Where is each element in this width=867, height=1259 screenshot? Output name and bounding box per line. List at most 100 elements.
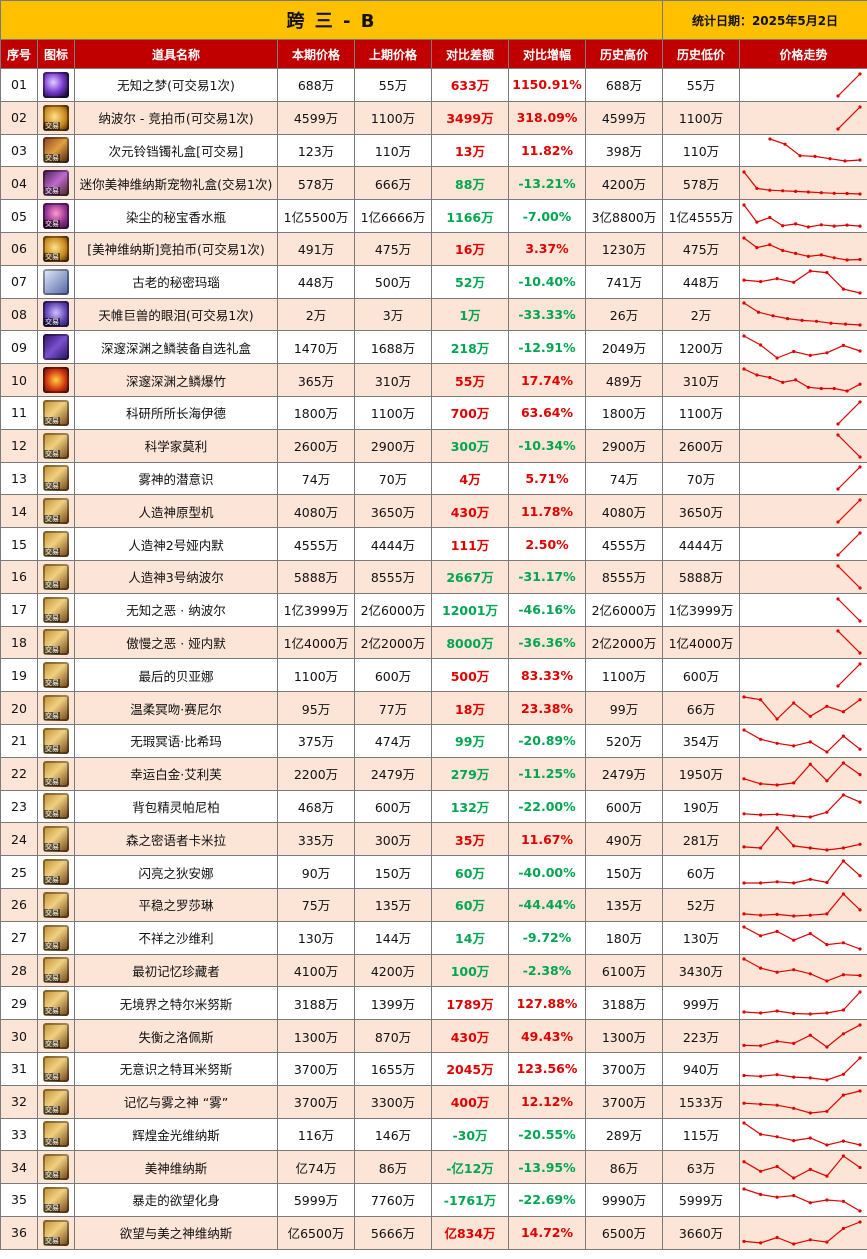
trend-line xyxy=(743,368,861,392)
trend-point xyxy=(742,957,746,962)
previous-price: 2900万 xyxy=(354,428,432,463)
trend-point xyxy=(832,386,836,391)
trend-point xyxy=(742,1043,746,1047)
item-name: 天帷巨兽的眼泪(可交易1次) xyxy=(74,297,278,332)
row-icon-cell: 交易 xyxy=(37,1117,75,1152)
trend-point xyxy=(759,279,763,283)
change-percent: 49.43% xyxy=(508,1019,586,1053)
table-row: 21 交易 无瑕冥语·比希玛 375万 474万 99万 -20.89% 520万 354万 xyxy=(0,723,867,758)
trend-point xyxy=(858,1023,862,1027)
history-high: 3700万 xyxy=(585,1051,663,1086)
trade-tag: 交易 xyxy=(44,154,60,163)
current-price: 1亿4000万 xyxy=(277,625,355,660)
current-price: 1300万 xyxy=(277,1019,355,1053)
card-icon: 交易 xyxy=(43,1055,69,1082)
card-icon: 交易 xyxy=(43,1121,69,1148)
change-percent: -20.55% xyxy=(508,1117,586,1152)
current-price: 116万 xyxy=(277,1117,355,1152)
trend-point xyxy=(841,846,845,850)
row-icon-cell: 交易 xyxy=(37,100,75,135)
trend-cell xyxy=(738,559,867,594)
price-difference: 18万 xyxy=(431,691,509,725)
row-number: 34 xyxy=(0,1150,38,1185)
previous-price: 310万 xyxy=(354,363,432,397)
trade-tag: 交易 xyxy=(44,580,60,589)
trend-point xyxy=(775,1009,779,1013)
price-difference: 99万 xyxy=(431,723,509,758)
row-number: 12 xyxy=(0,428,38,463)
orb-icon xyxy=(43,71,69,98)
row-number: 06 xyxy=(0,231,38,266)
row-icon-cell: 交易 xyxy=(37,789,75,824)
trend-point xyxy=(858,974,862,978)
trend-point xyxy=(825,1198,829,1202)
trend-point xyxy=(836,433,840,437)
trend-point xyxy=(792,1106,796,1110)
history-low: 2600万 xyxy=(662,428,740,463)
trend-point xyxy=(742,912,746,916)
trade-tag: 交易 xyxy=(44,482,60,491)
trend-sparkline xyxy=(836,400,862,426)
trend-point xyxy=(781,248,785,252)
card-icon: 交易 xyxy=(43,432,69,459)
trend-point xyxy=(792,350,796,354)
change-percent: -36.36% xyxy=(508,625,586,660)
change-percent: -13.95% xyxy=(508,1150,586,1185)
trend-point xyxy=(858,498,862,502)
bottle-icon: 交易 xyxy=(43,203,69,230)
history-high: 26万 xyxy=(585,297,663,332)
history-high: 3700万 xyxy=(585,1084,663,1119)
change-percent: 1150.91% xyxy=(508,68,586,102)
table-row: 08 交易 天帷巨兽的眼泪(可交易1次) 2万 3万 1万 -33.33% 26万 2万 xyxy=(0,297,867,332)
trend-point xyxy=(792,1139,796,1143)
row-icon-cell: 交易 xyxy=(37,1051,75,1086)
trend-point xyxy=(781,189,785,193)
trend-point xyxy=(841,1226,845,1230)
trend-point xyxy=(825,1174,829,1178)
table-row: 28 交易 最初记忆珍藏者 4100万 4200万 100万 -2.38% 6100万 3430… xyxy=(0,953,867,988)
trend-sparkline xyxy=(742,1121,862,1147)
row-icon-cell: 交易 xyxy=(37,297,75,332)
table-row: 33 交易 辉煌金光维纳斯 116万 146万 -30万 -20.55% 289万 115万 xyxy=(0,1117,867,1152)
history-low: 281万 xyxy=(662,822,740,857)
table-row: 36 交易 欲望与美之神维纳斯 亿6500万 5666万 亿834万 14.72% 6500万… xyxy=(0,1215,867,1250)
price-difference: 60万 xyxy=(431,855,509,889)
trade-tag: 交易 xyxy=(44,252,60,261)
trend-point xyxy=(841,1139,845,1144)
trend-point xyxy=(825,1045,829,1049)
history-high: 2亿6000万 xyxy=(585,592,663,627)
price-difference: 8000万 xyxy=(431,625,509,660)
trend-cell xyxy=(738,953,867,988)
item-name: 无知之恶 · 纳波尔 xyxy=(74,592,278,627)
coin-icon: 交易 xyxy=(43,235,69,262)
trend-point xyxy=(841,940,845,945)
trend-line xyxy=(743,729,861,753)
trend-point xyxy=(783,143,787,147)
price-difference: 700万 xyxy=(431,395,509,430)
trend-point xyxy=(808,1076,812,1080)
trend-sparkline xyxy=(742,793,862,820)
trade-tag: 交易 xyxy=(44,1236,60,1245)
row-number: 01 xyxy=(0,68,38,102)
trend-sparkline xyxy=(742,1154,862,1180)
trend-point xyxy=(836,422,840,426)
trend-point xyxy=(755,187,759,191)
card-icon: 交易 xyxy=(43,891,69,918)
history-high: 8555万 xyxy=(585,559,663,594)
trend-point xyxy=(759,846,763,850)
item-name: 最后的贝亚娜 xyxy=(74,658,278,693)
trend-cell xyxy=(738,691,867,725)
trend-line xyxy=(743,204,861,228)
trade-tag: 交易 xyxy=(44,449,60,458)
history-low: 110万 xyxy=(662,133,740,168)
trend-point xyxy=(775,1103,779,1107)
previous-price: 474万 xyxy=(354,723,432,758)
trend-line xyxy=(743,1024,861,1048)
trend-point xyxy=(832,191,836,196)
row-number: 07 xyxy=(0,264,38,299)
change-percent: -7.00% xyxy=(508,199,586,233)
trend-line xyxy=(743,335,861,359)
trend-point xyxy=(800,319,804,323)
trend-point xyxy=(775,1135,779,1139)
trade-tag: 交易 xyxy=(44,515,60,524)
